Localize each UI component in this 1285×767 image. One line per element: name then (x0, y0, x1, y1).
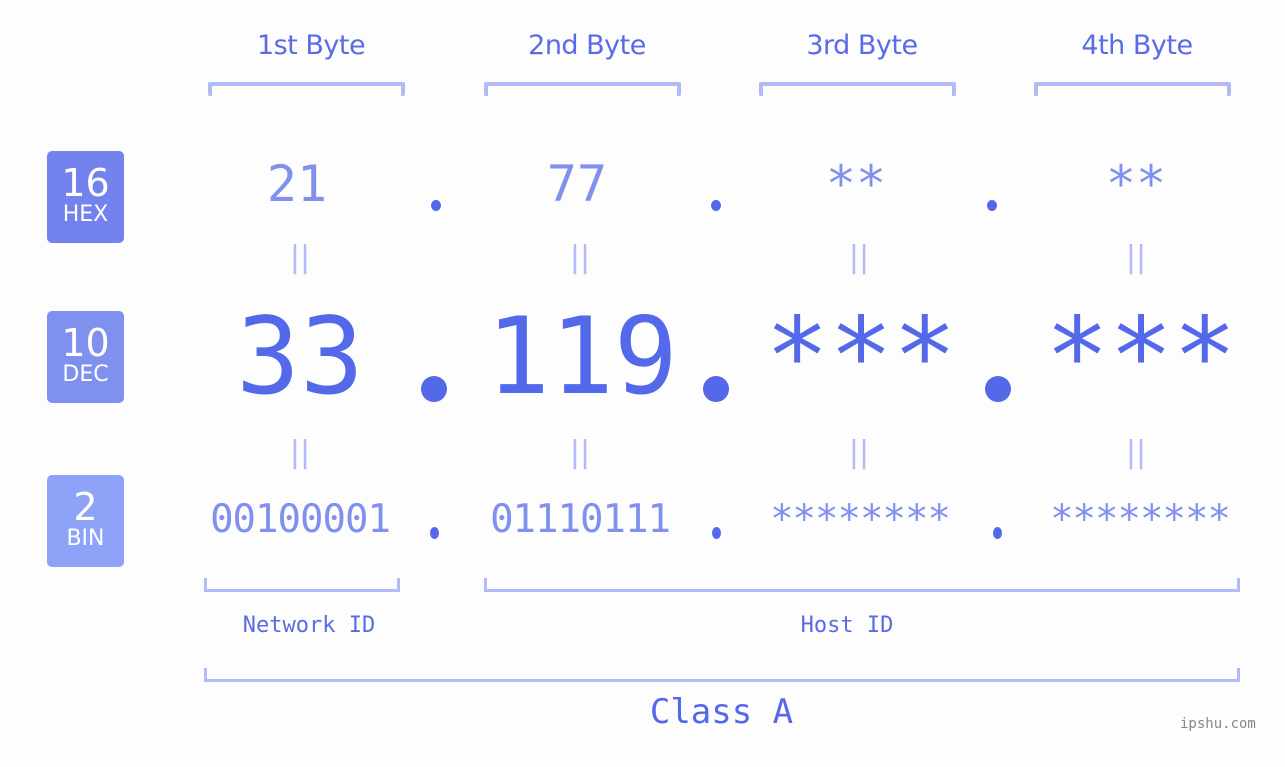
class-bracket (204, 668, 1240, 682)
equals-sign: || (1125, 240, 1147, 275)
hex-badge-unit: HEX (62, 202, 109, 227)
dec-separator-dot (421, 376, 447, 402)
byte-bracket-4 (1034, 82, 1231, 96)
equals-sign: || (569, 240, 591, 275)
dec-badge-unit: DEC (62, 362, 109, 387)
hex-separator-dot (711, 200, 721, 211)
network-id-bracket (204, 578, 400, 592)
class-label: Class A (649, 692, 794, 732)
bin-value-4: ******** (1050, 497, 1231, 542)
byte-bracket-2 (484, 82, 681, 96)
network-id-label: Network ID (242, 613, 376, 638)
byte-label-3: 3rd Byte (806, 30, 918, 61)
host-id-label: Host ID (800, 613, 894, 638)
byte-bracket-3 (759, 82, 956, 96)
equals-sign: || (289, 240, 311, 275)
bin-value-3: ******** (770, 497, 951, 542)
dec-value-2: 119 (486, 295, 678, 418)
dec-badge: 10 DEC (47, 311, 124, 403)
bin-badge: 2 BIN (47, 475, 124, 567)
byte-bracket-1 (208, 82, 405, 96)
bin-value-1: 00100001 (210, 497, 391, 542)
bin-separator-dot (993, 527, 1002, 539)
equals-sign: || (848, 240, 870, 275)
dec-separator-dot (985, 376, 1011, 402)
bin-separator-dot (712, 527, 721, 539)
equals-sign: || (1125, 435, 1147, 470)
byte-label-2: 2nd Byte (528, 30, 646, 61)
hex-badge: 16 HEX (47, 151, 124, 243)
dec-separator-dot (703, 376, 729, 402)
hex-separator-dot (987, 200, 997, 211)
host-id-bracket (484, 578, 1240, 592)
watermark: ipshu.com (1180, 716, 1256, 732)
bin-badge-unit: BIN (66, 526, 105, 551)
dec-value-1: 33 (236, 295, 364, 418)
bin-separator-dot (430, 527, 439, 539)
hex-badge-number: 16 (61, 161, 110, 205)
hex-value-1: 21 (266, 155, 328, 213)
hex-value-4: ** (1105, 155, 1167, 213)
bin-value-2: 01110111 (490, 497, 671, 542)
equals-sign: || (289, 435, 311, 470)
byte-label-4: 4th Byte (1081, 30, 1193, 61)
equals-sign: || (848, 435, 870, 470)
bin-badge-number: 2 (73, 485, 98, 529)
dec-badge-number: 10 (61, 321, 110, 365)
dec-value-3: *** (765, 295, 957, 418)
equals-sign: || (569, 435, 591, 470)
hex-value-2: 77 (546, 155, 608, 213)
hex-value-3: ** (825, 155, 887, 213)
dec-value-4: *** (1045, 295, 1237, 418)
hex-separator-dot (431, 200, 441, 211)
byte-label-1: 1st Byte (256, 30, 366, 61)
